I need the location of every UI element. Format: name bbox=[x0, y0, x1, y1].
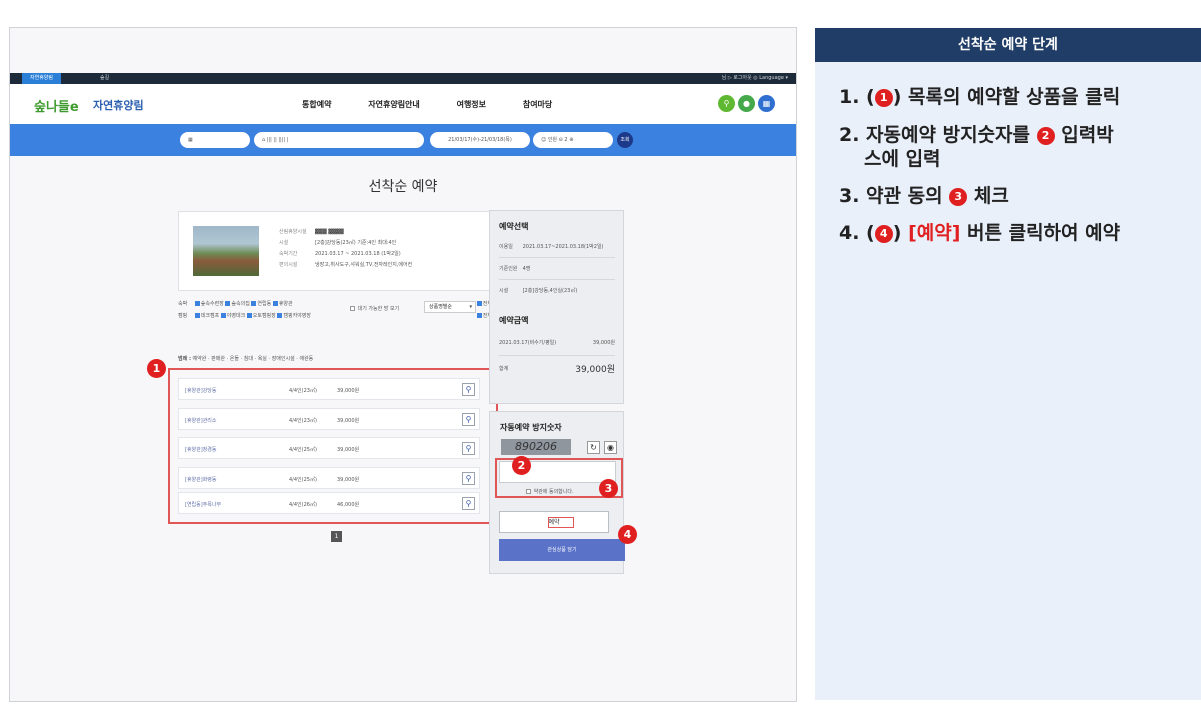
step-4: 4. (4) [예약] 버튼 클릭하여 예약 bbox=[839, 222, 1121, 244]
page-title: 선착순 예약 bbox=[368, 179, 438, 195]
reserve-highlight bbox=[548, 517, 574, 528]
main-menu: 통합예약 자연휴양림안내 여행정보 참여마당 bbox=[302, 99, 586, 110]
divider bbox=[499, 257, 615, 258]
menu-travel-info[interactable]: 여행정보 bbox=[457, 100, 486, 109]
site-name[interactable]: 자연휴양림 bbox=[93, 97, 144, 113]
screenshot-frame: 자연휴양림 숲길 님 ▷ 로그아웃 ◎ Language ▾ 숲나들e 자연휴양… bbox=[9, 27, 797, 702]
search-icon[interactable]: ⚲ bbox=[718, 95, 735, 112]
amount-row: 2021.03.17(비수기/평일) 39,000원 bbox=[499, 340, 615, 346]
menu-forest-info[interactable]: 자연휴양림안내 bbox=[368, 100, 420, 109]
product-photo bbox=[193, 226, 259, 276]
step-marker-1: 1 bbox=[147, 359, 166, 378]
step-3: 3. 약관 동의 3 체크 bbox=[839, 185, 1009, 207]
date-range-input[interactable]: 21/03/17(수)-21/03/18(목) bbox=[430, 132, 530, 148]
magnifier-icon[interactable]: ⚲ bbox=[462, 383, 475, 396]
plus-icon[interactable]: ⊕ bbox=[569, 137, 573, 143]
list-item[interactable]: [휴양관]강당동 4/4인(23㎡) 39,000원 ⚲ bbox=[178, 378, 480, 400]
product-card: 산림휴양시설 ▓▓▓ ▓▓▓▓ 시설 [2층]강당동(23㎡) 기준:4인 최대:4… bbox=[178, 211, 492, 291]
info-row: 편의시설 냉장고,취사도구,샤워실,TV,전자레인지,에어컨 bbox=[279, 262, 413, 268]
filter-lodge[interactable]: 휴양관 bbox=[272, 301, 293, 307]
list-item[interactable]: [휴양관]관리소 4/4인(23㎡) 39,000원 ⚲ bbox=[178, 408, 480, 430]
divider bbox=[499, 355, 615, 356]
page-number[interactable]: 1 bbox=[331, 531, 342, 542]
filter-cabin[interactable]: 숲속수련장 bbox=[194, 301, 224, 307]
menu-community[interactable]: 참여마당 bbox=[523, 100, 552, 109]
magnifier-icon[interactable]: ⚲ bbox=[462, 413, 475, 426]
people-count: 2 bbox=[564, 137, 568, 143]
amount-title: 예약금액 bbox=[499, 316, 529, 325]
instruction-title: 선착순 예약 단계 bbox=[815, 28, 1201, 62]
app-icon[interactable]: ● bbox=[738, 95, 755, 112]
total-row: 합계 39,000원 bbox=[499, 365, 615, 375]
top-utility-bar: 자연휴양림 숲길 님 ▷ 로그아웃 ◎ Language ▾ bbox=[10, 73, 796, 84]
step-2-cont: 스에 입력 bbox=[864, 148, 941, 170]
minus-icon[interactable]: ⊖ bbox=[559, 137, 563, 143]
step-marker-4: 4 bbox=[618, 525, 637, 544]
grid-menu-icon[interactable]: ▦ bbox=[758, 95, 775, 112]
result-list: [휴양관]강당동 4/4인(23㎡) 39,000원 ⚲ [휴양관]관리소 4/4인(2… bbox=[168, 368, 498, 524]
marker-2: 2 bbox=[1036, 127, 1055, 145]
people-row: 기준인원 4명 bbox=[499, 266, 531, 272]
global-nav: 숲나들e 자연휴양림 통합예약 자연휴양림안내 여행정보 참여마당 ⚲ ● ▦ bbox=[10, 84, 796, 124]
step-1: 1. (1) 목록의 예약할 상품을 클릭 bbox=[839, 86, 1121, 108]
filter-auto-camp[interactable]: 오토캠핑장 bbox=[246, 313, 276, 319]
type-filters: 숙박 숲속수련장 숲속의집 연립동 휴양관 전체 캠핑 데크캠프 야영데크 오토… bbox=[178, 300, 492, 324]
menu-reservation[interactable]: 통합예약 bbox=[302, 100, 331, 109]
wishlist-button[interactable]: 관심상품 담기 bbox=[499, 539, 625, 561]
step-marker-2: 2 bbox=[512, 456, 531, 475]
step-2: 2. 자동예약 방지숫자를 2 입력박 bbox=[839, 124, 1114, 146]
filter-caravan[interactable]: 캠핑카야영장 bbox=[277, 313, 311, 319]
instruction-panel: 선착순 예약 단계 1. (1) 목록의 예약할 상품을 클릭 2. 자동예약 … bbox=[815, 28, 1201, 700]
filter-deck[interactable]: 데크캠프 bbox=[194, 313, 219, 319]
marker-1: 1 bbox=[874, 89, 893, 107]
magnifier-icon[interactable]: ⚲ bbox=[462, 497, 475, 510]
selection-title: 예약선택 bbox=[499, 222, 529, 231]
filter-row-camping: 캠핑 데크캠프 야영데크 오토캠핑장 캠핑카야영장 전체 bbox=[178, 313, 492, 319]
audio-icon[interactable]: ◉ bbox=[604, 441, 617, 454]
use-date-row: 이용일 2021.03.17~2021.03.18(1박2일) bbox=[499, 244, 604, 250]
list-item[interactable]: [휴양관]화령동 4/4인(25㎡) 39,000원 ⚲ bbox=[178, 467, 480, 489]
magnifier-icon[interactable]: ⚲ bbox=[462, 442, 475, 455]
people-label: 인원 bbox=[547, 137, 558, 143]
facility-row: 시설 [2층]강당동,4인실(23㎡) bbox=[499, 288, 578, 294]
magnifier-icon[interactable]: ⚲ bbox=[462, 472, 475, 485]
tab-forest[interactable]: 자연휴양림 bbox=[22, 73, 62, 84]
region-select[interactable]: ▦ bbox=[180, 132, 250, 148]
forest-select[interactable]: ⌂ ||| || |||| | bbox=[254, 132, 424, 148]
refresh-icon[interactable]: ↻ bbox=[587, 441, 600, 454]
filter-camp-deck[interactable]: 야영데크 bbox=[220, 313, 245, 319]
info-row: 시설 [2층]강당동(23㎡) 기준:4인 최대:4인 bbox=[279, 240, 397, 246]
user-menu[interactable]: 님 ▷ 로그아웃 ◎ Language ▾ bbox=[722, 73, 788, 84]
site-logo[interactable]: 숲나들e bbox=[34, 96, 79, 115]
people-stepper[interactable]: ☺ 인원 ⊖ 2 ⊕ bbox=[533, 132, 613, 148]
info-row: 숙박기간 2021.03.17 ~ 2021.03.18 (1박2일) bbox=[279, 251, 401, 257]
person-icon: ☺ bbox=[541, 137, 547, 143]
marker-4: 4 bbox=[874, 225, 893, 243]
search-button[interactable]: 조회 bbox=[617, 132, 633, 148]
step-marker-3: 3 bbox=[599, 479, 618, 498]
info-row: 산림휴양시설 ▓▓▓ ▓▓▓▓ bbox=[279, 229, 344, 235]
captcha-image: 890206 bbox=[501, 439, 571, 455]
list-item[interactable]: [휴양관]창경동 4/4인(25㎡) 39,000원 ⚲ bbox=[178, 437, 480, 459]
tab-trail[interactable]: 숲길 bbox=[92, 73, 117, 84]
filter-row-lodging: 숙박 숲속수련장 숲속의집 연립동 휴양관 전체 bbox=[178, 301, 492, 307]
captcha-title: 자동예약 방지숫자 bbox=[500, 423, 562, 432]
divider bbox=[499, 279, 615, 280]
list-item[interactable]: [연립동]주목나무 4/4인(26㎡) 46,000원 ⚲ bbox=[178, 492, 480, 514]
reservation-summary: 예약선택 이용일 2021.03.17~2021.03.18(1박2일) 기준인… bbox=[489, 210, 624, 404]
agree-checkbox[interactable]: 약관에 동의합니다. bbox=[526, 488, 574, 495]
filter-row-house[interactable]: 연립동 bbox=[251, 301, 271, 307]
legend: 범례 : 예약완 · 판매완 · 온돌 · 침대 · 욕실 · 장애인시설 · … bbox=[178, 356, 314, 362]
filter-house[interactable]: 숲속의집 bbox=[225, 301, 250, 307]
marker-3: 3 bbox=[949, 188, 968, 206]
redacted-value: ▓▓▓ ▓▓▓▓ bbox=[315, 229, 344, 235]
search-bar: ▦ ⌂ ||| || |||| | 21/03/17(수)-21/03/18(목… bbox=[10, 124, 796, 156]
